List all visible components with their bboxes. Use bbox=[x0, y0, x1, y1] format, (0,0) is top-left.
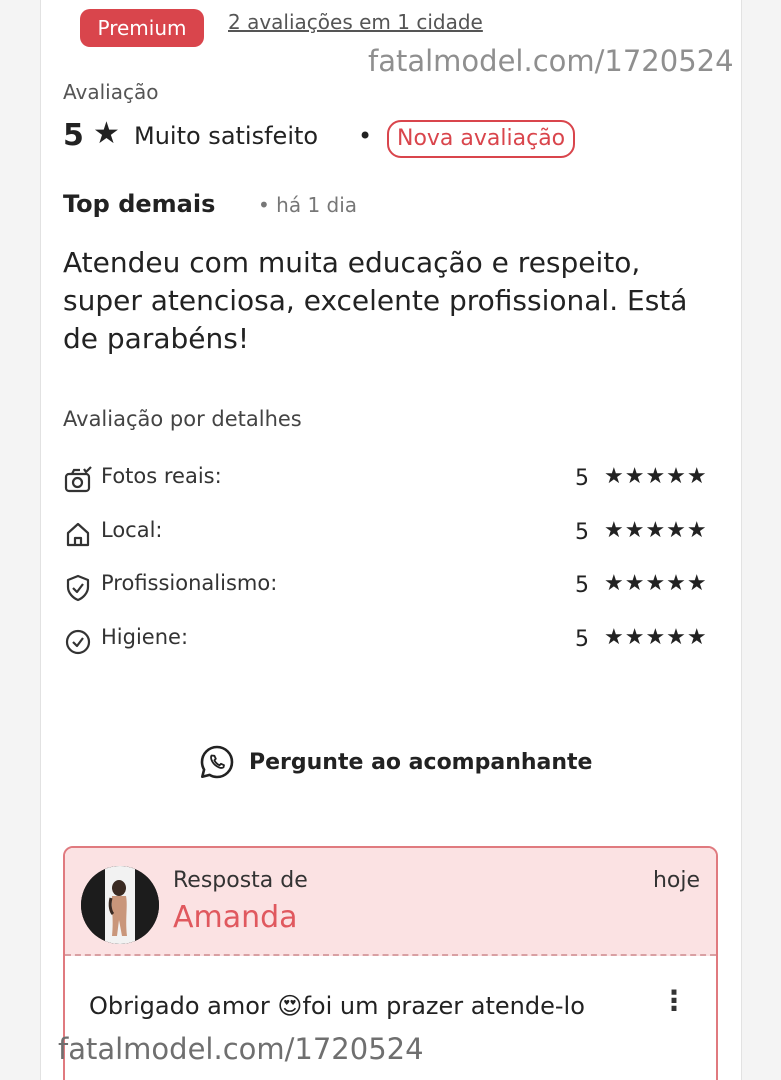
detail-score: 5 bbox=[575, 573, 589, 598]
rating-section-label: Avaliação bbox=[63, 80, 159, 104]
watermark-top: fatalmodel.com/1720524 bbox=[368, 44, 734, 78]
review-body: Atendeu com muita educação e respeito, s… bbox=[63, 246, 688, 355]
detail-row-professionalism: Profissionalismo: 5 ★★★★★ bbox=[63, 569, 723, 603]
detail-score: 5 bbox=[575, 466, 589, 491]
reply-text-before: Obrigado amor bbox=[89, 992, 278, 1020]
review-title: Top demais bbox=[63, 190, 216, 218]
heart-eyes-emoji-icon: 😍 bbox=[277, 992, 303, 1020]
detail-stars: ★★★★★ bbox=[604, 464, 708, 489]
detail-stars: ★★★★★ bbox=[604, 571, 708, 596]
reviews-count-link[interactable]: 2 avaliações em 1 cidade bbox=[228, 10, 483, 34]
details-title: Avaliação por detalhes bbox=[63, 407, 302, 431]
rating-value: 5 bbox=[63, 118, 84, 153]
reply-time: hoje bbox=[652, 868, 700, 893]
detail-stars: ★★★★★ bbox=[604, 518, 708, 543]
detail-row-hygiene: Higiene: 5 ★★★★★ bbox=[63, 623, 723, 657]
detail-score: 5 bbox=[575, 627, 589, 652]
detail-label: Local: bbox=[101, 518, 163, 542]
more-options-icon[interactable]: ⋮ bbox=[660, 984, 688, 1017]
reply-text-after: foi um prazer atende-lo bbox=[302, 992, 585, 1020]
avatar[interactable] bbox=[81, 866, 159, 944]
home-icon bbox=[63, 520, 93, 550]
check-circle-icon bbox=[63, 627, 93, 657]
detail-label: Fotos reais: bbox=[101, 464, 222, 488]
camera-icon bbox=[63, 466, 93, 496]
rating-separator: • bbox=[358, 122, 373, 150]
ask-companion-button[interactable]: Pergunte ao acompanhante bbox=[199, 742, 592, 782]
shield-check-icon bbox=[63, 573, 93, 603]
detail-label: Profissionalismo: bbox=[101, 571, 278, 595]
reply-author-name: Amanda bbox=[173, 900, 298, 935]
review-time: • há 1 dia bbox=[258, 193, 358, 217]
reply-text: Obrigado amor 😍foi um prazer atende-lo bbox=[89, 992, 585, 1020]
detail-row-location: Local: 5 ★★★★★ bbox=[63, 516, 723, 550]
reply-from-label: Resposta de bbox=[173, 868, 308, 893]
detail-label: Higiene: bbox=[101, 625, 189, 649]
detail-score: 5 bbox=[575, 520, 589, 545]
watermark-bottom: fatalmodel.com/1720524 bbox=[58, 1032, 424, 1066]
premium-badge: Premium bbox=[80, 9, 204, 47]
whatsapp-icon bbox=[199, 744, 235, 780]
new-review-badge: Nova avaliação bbox=[387, 120, 576, 158]
rating-text: Muito satisfeito bbox=[134, 122, 319, 150]
ask-companion-label: Pergunte ao acompanhante bbox=[249, 749, 593, 775]
detail-row-photos: Fotos reais: 5 ★★★★★ bbox=[63, 462, 723, 496]
reply-header: Resposta de Amanda hoje bbox=[65, 848, 716, 956]
detail-stars: ★★★★★ bbox=[604, 625, 708, 650]
rating-star-icon: ★ bbox=[93, 116, 120, 151]
